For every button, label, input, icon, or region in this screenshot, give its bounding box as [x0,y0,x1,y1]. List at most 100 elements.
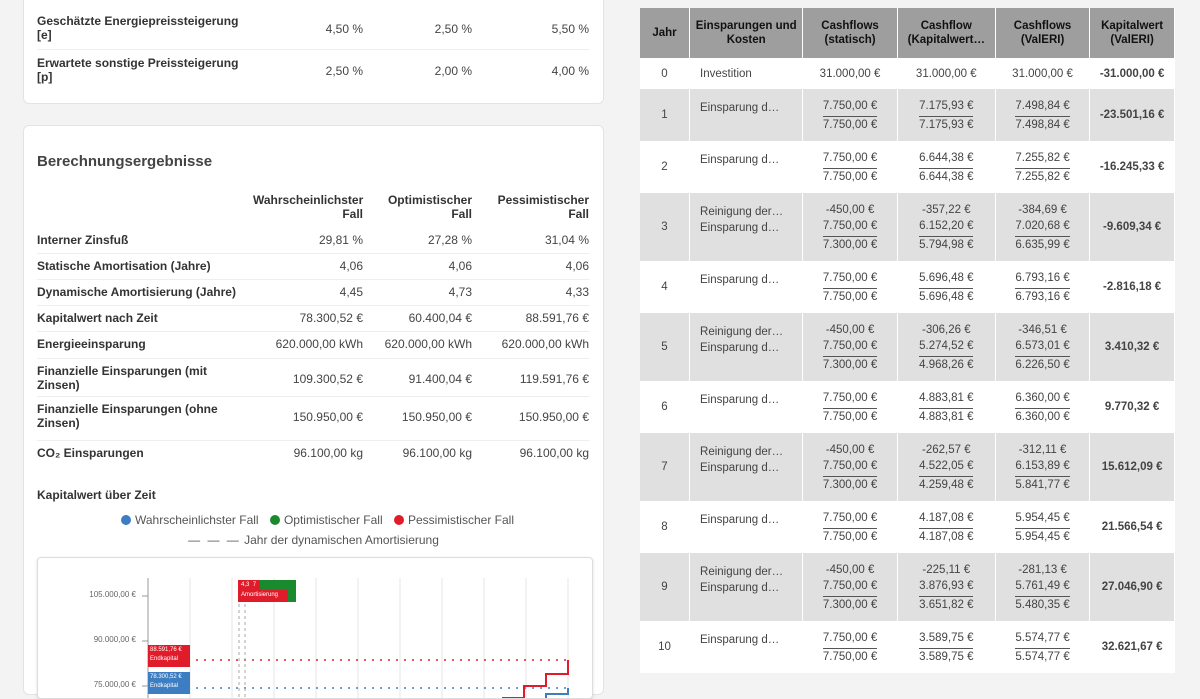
param-value: 2,00 % [434,64,472,78]
blue-flag-value: 78.300,52 € [150,674,182,680]
param-value: 4,00 % [551,64,589,78]
cashflow-value: 6.226,50 € [1015,355,1070,373]
chart-area[interactable]: 105.000,00 € 90.000,00 € 75.000,00 € 88.… [37,557,593,699]
cell-cashflow-v: -346,51 € 6.573,01 € 6.226,50 € [995,313,1091,381]
cell-cashflow-s: 7.750,00 € 7.750,00 € [802,261,898,313]
cashflow-value: -312,11 € [1018,443,1067,456]
desc-line: Investition [700,67,752,80]
cell-kapitalwert: 3.410,32 € [1089,313,1175,381]
cashflow-value: 6.644,38 € [919,151,974,164]
cell-cashflow-s: -450,00 € 7.750,00 € 7.300,00 € [802,553,898,621]
param-value: 2,50 % [434,22,472,36]
divider [37,440,589,441]
cashflow-value: 5.954,45 € [1015,511,1070,524]
cell-cashflow-v: 5.574,77 € 5.574,77 € [995,621,1091,673]
col-header-cashflows-static[interactable]: Cashflows (statisch) [802,8,898,58]
y-tick: 90.000,00 € [93,635,136,644]
cashflow-value: 6.644,38 € [919,167,974,185]
result-label: Finanzielle Einsparungen (mit Zinsen) [37,364,208,392]
table-row[interactable]: 3 Reinigung der… Einsparung d… -450,00 € 7.7… [640,193,1175,261]
legend-optimistic[interactable]: Optimistischer Fall [284,513,383,527]
cell-cashflow-v: 6.793,16 € 6.793,16 € [995,261,1091,313]
desc-line: Reinigung der… [700,446,784,458]
section-title: Berechnungsergebnisse [37,153,213,170]
cashflow-value: 3.876,93 € [919,579,974,592]
cell-kapitalwert: 27.046,90 € [1089,553,1175,621]
cashflow-value: 6.793,16 € [1015,271,1070,284]
cashflow-value: 6.153,89 € [1015,459,1070,472]
cell-description: Investition [689,58,804,89]
cashflow-value: 7.750,00 € [822,151,878,164]
cell-cashflow-v: -281,13 € 5.761,49 € 5.480,35 € [995,553,1091,621]
cashflow-value: 4.187,08 € [919,527,974,545]
cashflow-value: 7.750,00 € [822,391,878,404]
cell-year: 6 [640,381,691,433]
cashflow-value: 7.255,82 € [1015,151,1070,164]
legend-dot-pessimistic [393,515,404,525]
cell-cashflow-v: 31.000,00 € [995,58,1091,89]
desc-line: Einsparung d… [700,514,780,526]
col-header-kapitalwert-valeri[interactable]: Kapitalwert (ValERI) [1089,8,1175,58]
table-row[interactable]: 1 Einsparung d… 7.750,00 € 7.750,00 € 7.175,… [640,89,1175,141]
cashflow-value: 7.750,00 € [822,99,878,112]
col-header-jahr[interactable]: Jahr [640,8,691,58]
cell-description: Einsparung d… [689,381,804,433]
cashflow-value: 5.794,98 € [919,235,974,253]
cashflow-value: 7.750,00 € [822,511,878,524]
cashflow-value: 5.574,77 € [1015,631,1070,644]
cashflow-value: 7.750,00 € [822,339,878,352]
divider [37,305,589,306]
desc-line: Einsparung d… [700,222,780,234]
cashflow-value: 4.883,81 € [919,391,974,404]
col-header-likely: Wahrscheinlichster Fall [253,193,364,221]
desc-line: Einsparung d… [700,394,780,406]
amort-year-green: 7 [252,582,257,588]
table-header-row: Jahr Einsparungen und Kosten Cashflows (… [640,8,1175,58]
table-row[interactable]: 4 Einsparung d… 7.750,00 € 7.750,00 € 5.696,… [640,261,1175,313]
cell-description: Einsparung d… [689,261,804,313]
desc-line: Einsparung d… [700,582,780,594]
blue-flag-label: Endkapital [150,683,179,689]
red-series-line [502,660,569,698]
cell-year: 7 [640,433,691,501]
col-header-cashflow-kapitalwert[interactable]: Cashflow (Kapitalwert… [897,8,996,58]
result-value: 96.100,00 kg [402,446,472,460]
table-row[interactable]: 9 Reinigung der… Einsparung d… -450,00 € 7.7… [640,553,1175,621]
cell-description: Einsparung d… [689,89,804,141]
result-label: Energieeinsparung [37,337,146,351]
legend-dash-label[interactable]: Jahr der dynamischen Amortisierung [244,533,439,547]
cell-cashflow-s: 7.750,00 € 7.750,00 € [802,501,898,553]
table-row[interactable]: 2 Einsparung d… 7.750,00 € 7.750,00 € 6.644,… [640,141,1175,193]
table-row[interactable]: 8 Einsparung d… 7.750,00 € 7.750,00 € 4.187,… [640,501,1175,553]
col-header-cashflows-valeri[interactable]: Cashflows (ValERI) [995,8,1091,58]
cell-cashflow-v: -384,69 € 7.020,68 € 6.635,99 € [995,193,1091,261]
table-row[interactable]: 7 Reinigung der… Einsparung d… -450,00 € 7.7… [640,433,1175,501]
divider [37,331,589,332]
red-flag-value: 88.591,76 € [150,647,182,653]
result-value: 78.300,52 € [299,311,363,325]
result-value: 620.000,00 kWh [501,337,589,351]
cashflow-value: 5.954,45 € [1015,527,1070,545]
result-value: 60.400,04 € [408,311,472,325]
cell-cashflow-s: 7.750,00 € 7.750,00 € [802,89,898,141]
table-row[interactable]: 10 Einsparung d… 7.750,00 € 7.750,00 € 3.589… [640,621,1175,673]
cell-cashflow-k: 6.644,38 € 6.644,38 € [897,141,996,193]
result-value: 4,33 [565,285,589,299]
cell-cashflow-v: 7.498,84 € 7.498,84 € [995,89,1091,141]
cell-year: 2 [640,141,691,193]
table-row[interactable]: 6 Einsparung d… 7.750,00 € 7.750,00 € 4.883,… [640,381,1175,433]
table-row[interactable]: 0 Investition 31.000,00 € 31.000,00 € 31.000… [640,58,1175,89]
col-header-einsparungen[interactable]: Einsparungen und Kosten [689,8,804,58]
cashflow-value: -450,00 € [825,563,875,576]
cell-cashflow-k: 7.175,93 € 7.175,93 € [897,89,996,141]
parameters-card: Geschätzte Energiepreissteigerung [e] 4,… [23,0,604,104]
legend-likely[interactable]: Wahrscheinlichster Fall [135,513,259,527]
cashflow-value: 6.573,01 € [1015,339,1070,352]
result-value: 88.591,76 € [525,311,589,325]
table-row[interactable]: 5 Reinigung der… Einsparung d… -450,00 € 7.7… [640,313,1175,381]
cashflow-value: 7.750,00 € [822,579,878,592]
cell-year: 9 [640,553,691,621]
legend-pessimistic[interactable]: Pessimistischer Fall [408,513,514,527]
result-value: 150.950,00 € [292,410,363,424]
cashflow-value: 7.300,00 € [822,475,878,493]
